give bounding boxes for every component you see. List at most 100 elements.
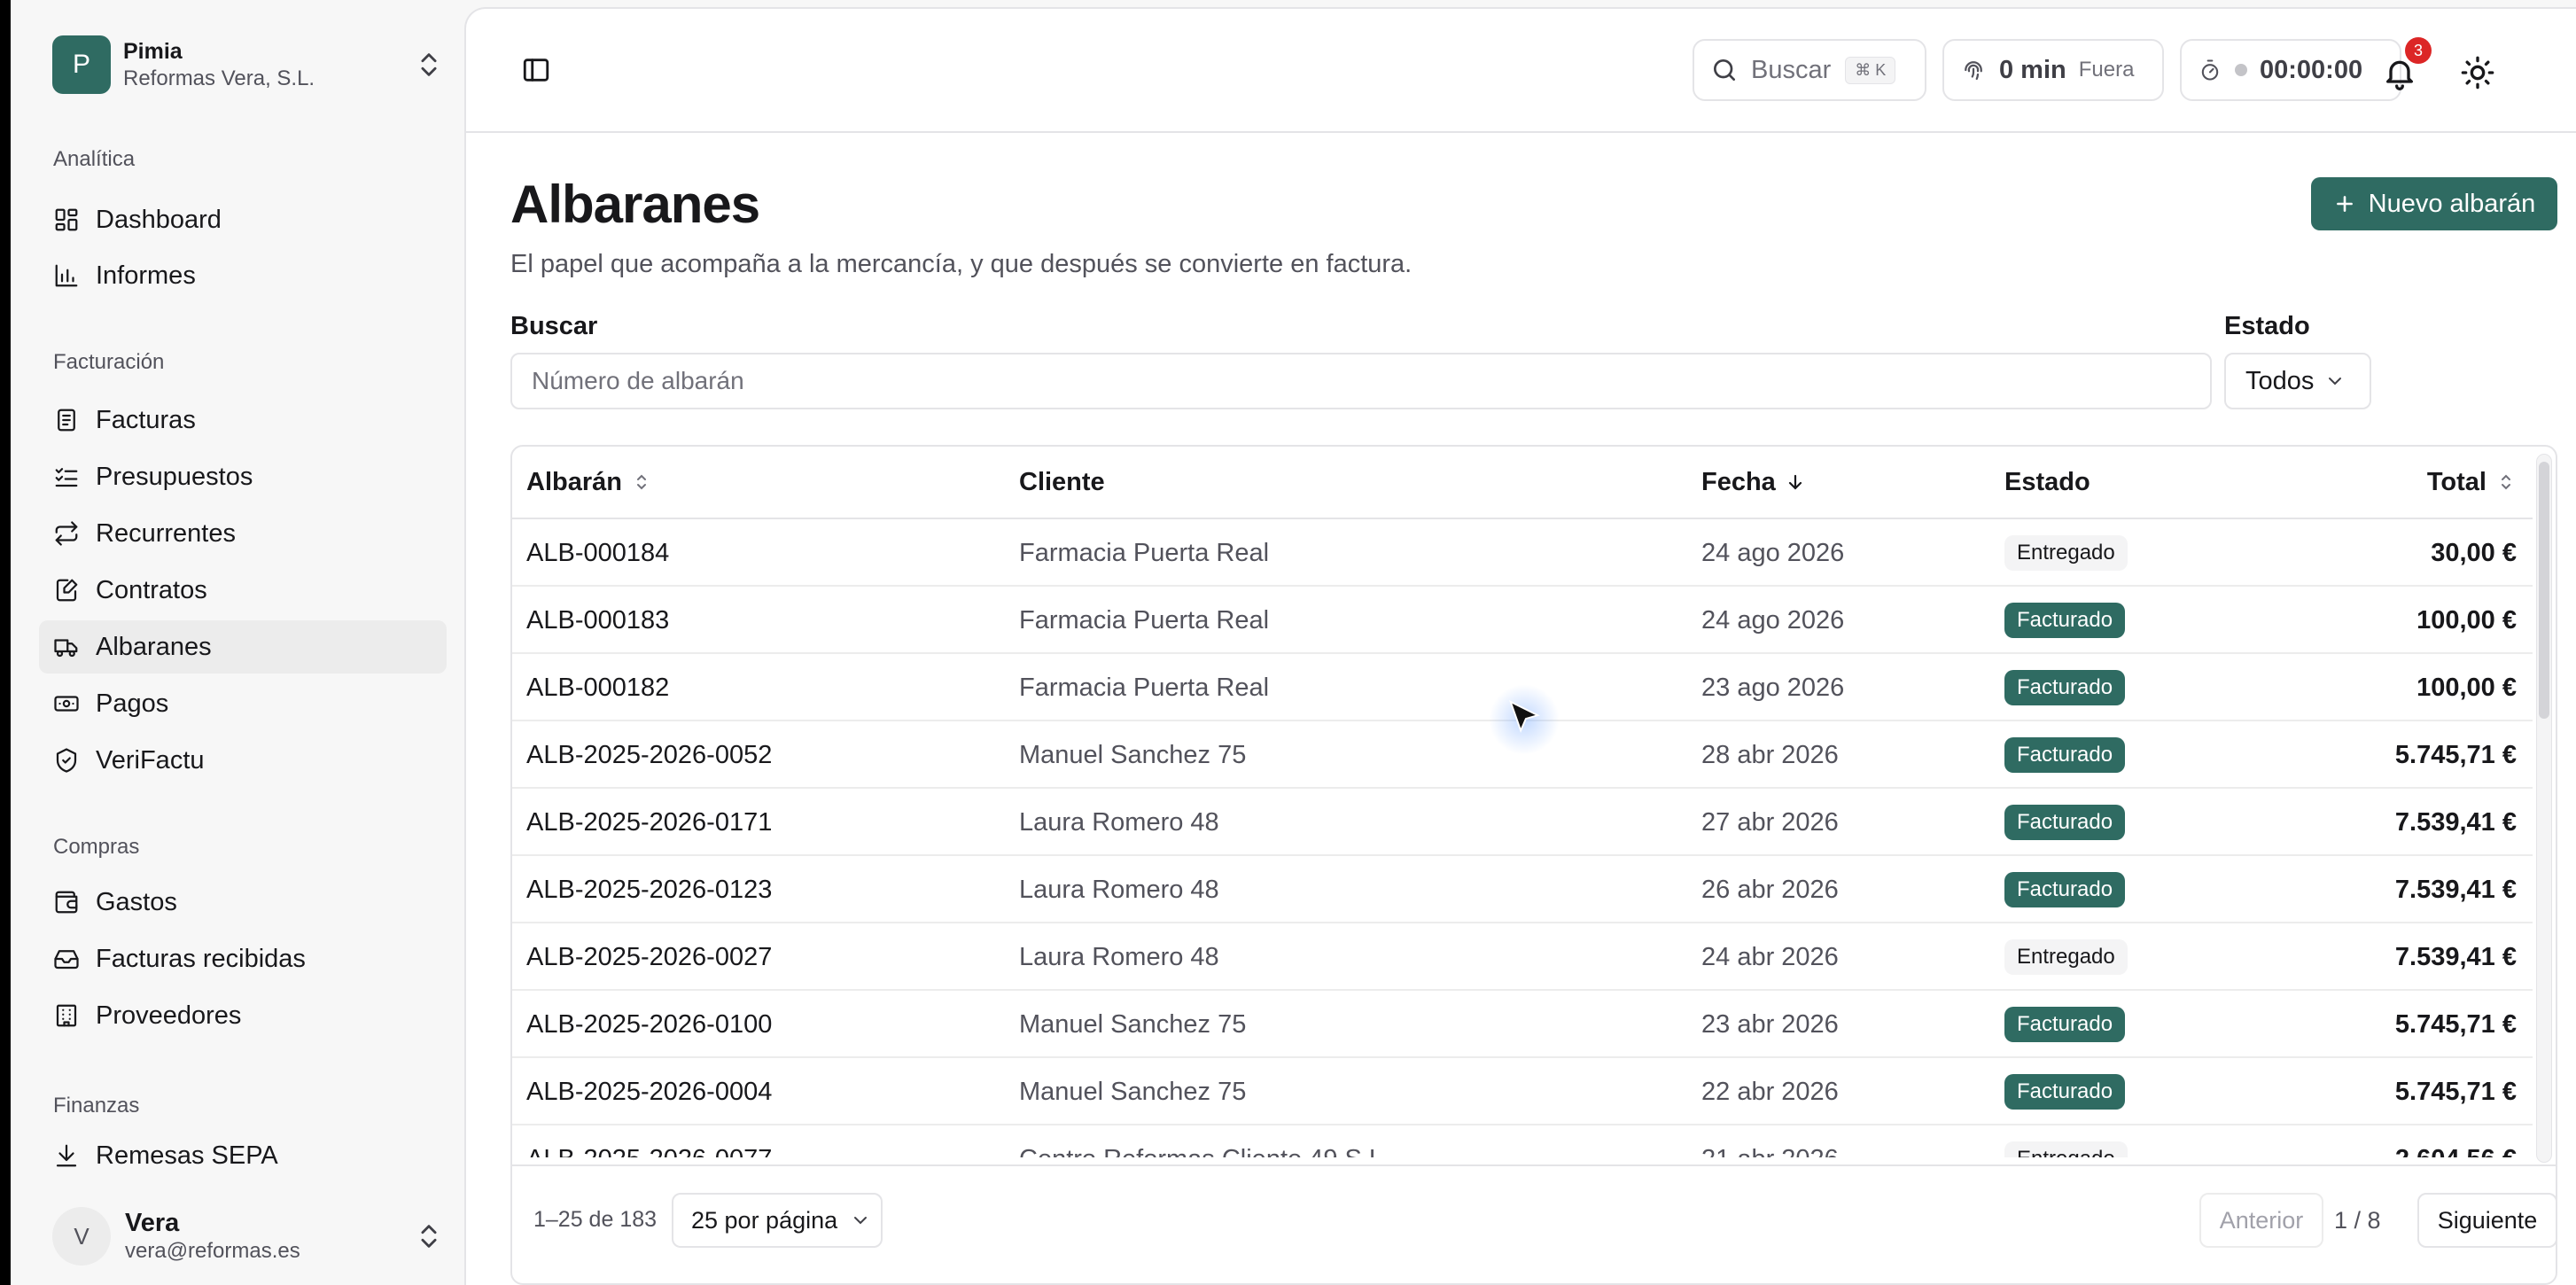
workspace-logo: P [52, 35, 111, 94]
status-badge: Facturado [2004, 670, 2126, 705]
new-albaran-label: Nuevo albarán [2368, 189, 2536, 218]
albaran-date: 26 abr 2026 [1701, 875, 1839, 904]
sidebar-item-dashboard[interactable]: Dashboard [39, 193, 447, 246]
state-select[interactable]: Todos [2224, 353, 2371, 409]
table-row[interactable]: ALB-2025-2026-0171 Laura Romero 48 27 abr … [512, 789, 2533, 856]
state-select-value: Todos [2245, 366, 2315, 395]
albaran-number: ALB-2025-2026-0123 [526, 875, 773, 904]
status-badge: Facturado [2004, 872, 2126, 907]
contract-icon [56, 579, 78, 602]
chevron-up-down-icon [421, 1225, 437, 1248]
sidebar-item-proveedores[interactable]: Proveedores [39, 989, 447, 1042]
timer-button[interactable]: 00:00:00 [2180, 39, 2401, 101]
workspace-name: Pimia [123, 39, 183, 64]
next-page-button[interactable]: Siguiente [2417, 1193, 2556, 1248]
new-albaran-button[interactable]: Nuevo albarán [2311, 177, 2557, 230]
fingerprint-icon [1965, 61, 1982, 81]
wallet-icon [55, 891, 78, 914]
page-indicator: 1 / 8 [2334, 1206, 2381, 1234]
sidebar-item-verifactu[interactable]: VeriFactu [39, 734, 447, 787]
arrow-down-icon [1788, 474, 1802, 490]
sidebar-item-facturas-recibidas[interactable]: Facturas recibidas [39, 932, 447, 985]
sidebar-item-label: Facturas [96, 405, 196, 434]
albaran-total: 5.745,71 € [2394, 1077, 2517, 1106]
state-field-label: Estado [2224, 312, 2310, 340]
albaran-date: 24 ago 2026 [1701, 605, 1845, 635]
albaran-number: ALB-2025-2026-0171 [526, 807, 773, 837]
status-badge: Facturado [2004, 805, 2126, 840]
sidebar-item-informes[interactable]: Informes [39, 249, 447, 302]
shield-check-icon [56, 748, 77, 773]
sidebar-item-label: Albaranes [96, 632, 212, 661]
window-edge [0, 0, 11, 1285]
albaran-total: 7.539,41 € [2394, 807, 2517, 837]
sidebar-item-facturas[interactable]: Facturas [39, 393, 447, 447]
column-cliente[interactable]: Cliente [1019, 447, 1105, 518]
client-name: Laura Romero 48 [1019, 942, 1219, 971]
chevron-up-down-icon [421, 53, 437, 76]
repeat-icon [55, 521, 78, 546]
albaran-total: 2.604,56 € [2395, 1125, 2517, 1158]
column-estado-label: Estado [2004, 467, 2090, 496]
per-page-select[interactable]: 25 por página [672, 1193, 883, 1248]
column-albaran[interactable]: Albarán [526, 447, 652, 518]
timer-status-dot [2235, 64, 2247, 76]
table-row[interactable]: ALB-2025-2026-0100 Manuel Sanchez 75 23 ab… [512, 991, 2533, 1058]
scrollbar-thumb[interactable] [2539, 462, 2549, 719]
sidebar-item-gastos[interactable]: Gastos [39, 876, 447, 929]
truck-icon [54, 639, 78, 658]
albaran-number: ALB-2025-2026-0077 [526, 1125, 772, 1158]
sidebar-item-label: Facturas recibidas [96, 944, 306, 973]
sidebar-item-contratos[interactable]: Contratos [39, 564, 447, 617]
sidebar-item-albaranes[interactable]: Albaranes [39, 620, 447, 674]
global-search-button[interactable]: Buscar ⌘ K [1693, 39, 1926, 101]
sidebar-item-recurrentes[interactable]: Recurrentes [39, 507, 447, 560]
timer-value: 00:00:00 [2260, 55, 2363, 84]
chevron-down-icon [2329, 378, 2342, 386]
previous-page-button[interactable]: Anterior [2199, 1193, 2323, 1248]
sidebar-item-label: Pagos [96, 689, 169, 718]
document-icon [58, 409, 75, 432]
table-row[interactable]: ALB-2025-2026-0004 Manuel Sanchez 75 22 ab… [512, 1058, 2533, 1125]
download-icon [56, 1144, 77, 1167]
stopwatch-icon [2201, 59, 2219, 81]
table-row[interactable]: ALB-2025-2026-0077 Centro Reformas Client… [512, 1125, 2533, 1157]
albaran-date: 24 abr 2026 [1701, 942, 1839, 971]
sidebar-item-presupuestos[interactable]: Presupuestos [39, 450, 447, 503]
mouse-cursor-icon [1508, 699, 1540, 734]
column-total[interactable]: Total [2427, 447, 2517, 518]
status-cell: Facturado [2004, 721, 2126, 789]
bar-chart-icon [55, 264, 78, 287]
sidebar-item-pagos[interactable]: Pagos [39, 677, 447, 730]
table-row[interactable]: ALB-2025-2026-0027 Laura Romero 48 24 abr … [512, 923, 2533, 991]
workspace-switcher[interactable]: P Pimia Reformas Vera, S.L. [52, 34, 444, 96]
table-row[interactable]: ALB-000183 Farmacia Puerta Real 24 ago 202… [512, 587, 2533, 654]
column-estado[interactable]: Estado [2004, 447, 2090, 518]
search-icon [1714, 59, 1735, 81]
albaran-number: ALB-000184 [526, 538, 670, 567]
albaran-search-input[interactable] [510, 353, 2212, 409]
page-subtitle: El papel que acompaña a la mercancía, y … [510, 250, 1413, 278]
column-albaran-label: Albarán [526, 467, 622, 496]
sun-icon[interactable] [2460, 55, 2495, 90]
sidebar-toggle-icon[interactable] [521, 55, 551, 85]
sidebar-item-remesas-sepa[interactable]: Remesas SEPA [39, 1129, 447, 1182]
pagination-range: 1–25 de 183 [533, 1207, 658, 1232]
column-fecha[interactable]: Fecha [1701, 447, 1806, 518]
sidebar-item-label: Remesas SEPA [96, 1141, 278, 1170]
column-total-label: Total [2426, 467, 2487, 496]
table-row[interactable]: ALB-000184 Farmacia Puerta Real 24 ago 202… [512, 519, 2533, 587]
attendance-button[interactable]: 0 min Fuera [1942, 39, 2164, 101]
notification-badge: 3 [2405, 37, 2432, 64]
table-scrollbar[interactable] [2536, 454, 2552, 1163]
table-row[interactable]: ALB-2025-2026-0123 Laura Romero 48 26 abr … [512, 856, 2533, 923]
status-cell: Entregado [2004, 1125, 2128, 1157]
albaran-total: 7.539,41 € [2394, 875, 2517, 904]
per-page-value: 25 por página [691, 1206, 838, 1234]
main-panel: Buscar ⌘ K 0 min Fuera 00:00:00 3 Albara… [464, 7, 2576, 1285]
albaran-total: 7.539,41 € [2394, 942, 2517, 971]
status-badge: Facturado [2004, 603, 2126, 638]
topbar: Buscar ⌘ K 0 min Fuera 00:00:00 3 [466, 9, 2576, 133]
user-menu[interactable]: V Vera vera@reformas.es [52, 1203, 444, 1269]
albaran-total: 5.745,71 € [2394, 740, 2517, 769]
